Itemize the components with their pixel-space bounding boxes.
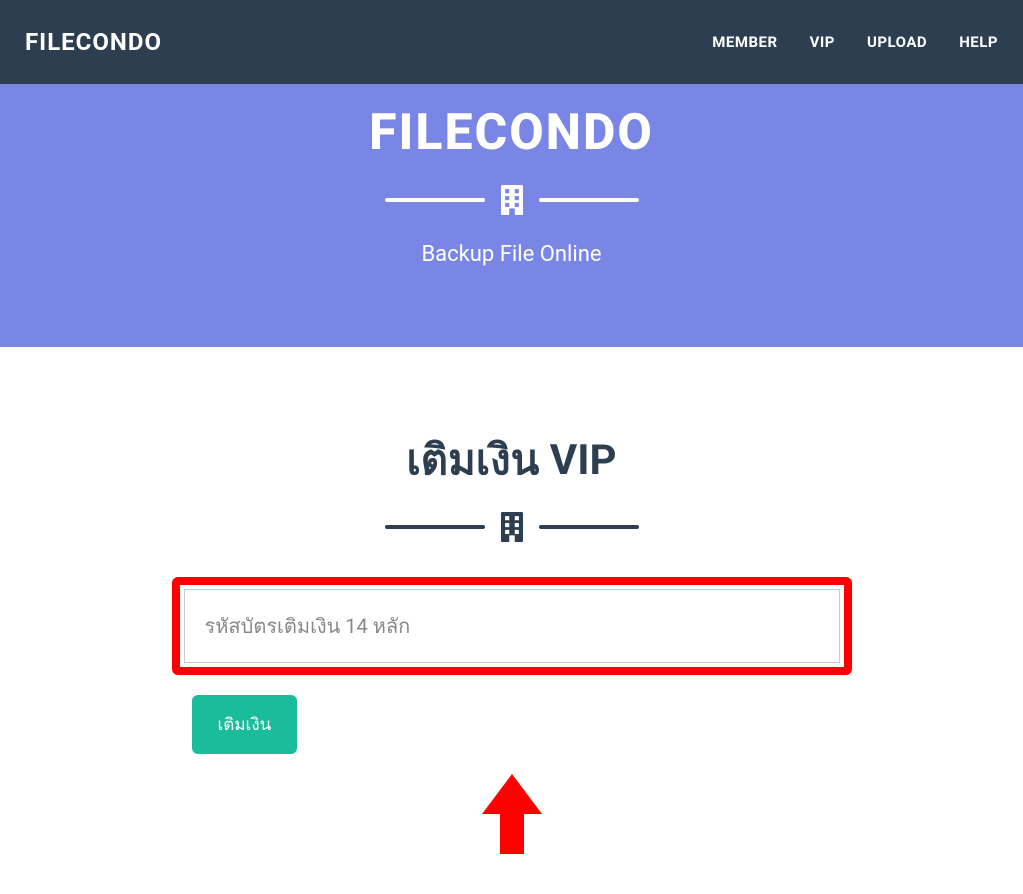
nav-link-member[interactable]: MEMBER bbox=[712, 33, 777, 51]
topup-code-input[interactable] bbox=[184, 589, 840, 663]
nav-link-vip[interactable]: VIP bbox=[810, 33, 835, 51]
section-divider bbox=[0, 513, 1023, 541]
hero-divider bbox=[0, 186, 1023, 214]
divider-line-right bbox=[539, 525, 639, 529]
hero-section: FILECONDO Backup File Online bbox=[0, 84, 1023, 347]
divider-line-left bbox=[385, 525, 485, 529]
hero-subtitle: Backup File Online bbox=[0, 242, 1023, 267]
divider-line-right bbox=[539, 198, 639, 202]
arrow-up-icon bbox=[482, 774, 542, 854]
nav-link-upload[interactable]: UPLOAD bbox=[867, 33, 927, 51]
building-icon bbox=[501, 186, 523, 214]
input-highlight-box bbox=[172, 577, 852, 675]
arrow-indicator bbox=[172, 774, 852, 854]
divider-line-left bbox=[385, 198, 485, 202]
navbar-links: MEMBER VIP UPLOAD HELP bbox=[712, 33, 998, 51]
topup-button[interactable]: เติมเงิน bbox=[192, 695, 298, 754]
hero-title: FILECONDO bbox=[0, 104, 1023, 162]
button-wrapper: เติมเงิน bbox=[172, 695, 852, 754]
topup-form: เติมเงิน bbox=[152, 577, 872, 854]
nav-link-help[interactable]: HELP bbox=[959, 33, 998, 51]
main-section: เติมเงิน VIP เติมเงิน bbox=[0, 347, 1023, 894]
building-icon bbox=[501, 513, 523, 541]
navbar: FILECONDO MEMBER VIP UPLOAD HELP bbox=[0, 0, 1023, 84]
section-title: เติมเงิน VIP bbox=[0, 427, 1023, 493]
navbar-brand[interactable]: FILECONDO bbox=[25, 28, 162, 56]
